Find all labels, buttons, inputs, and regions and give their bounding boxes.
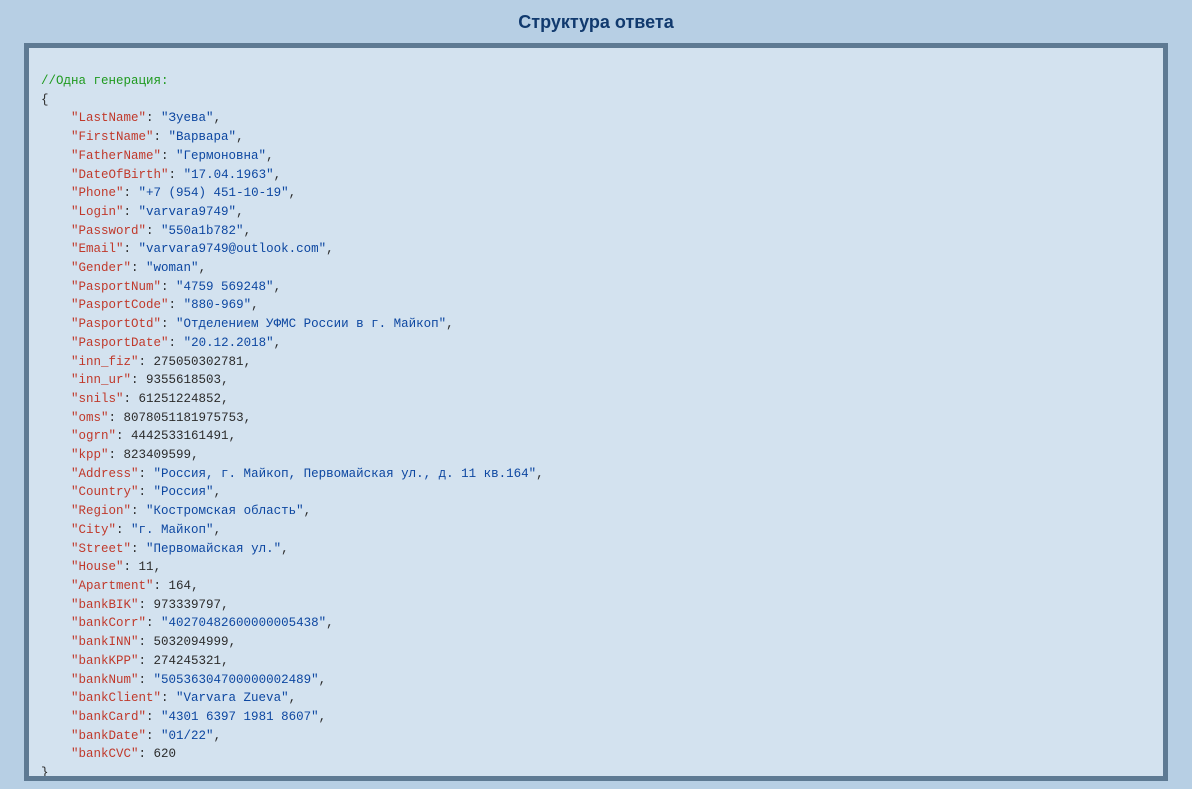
code-frame: //Одна генерация: { "LastName": "Зуева",… [24, 43, 1168, 781]
code-inner: //Одна генерация: { "LastName": "Зуева",… [29, 48, 1163, 781]
json-sample: //Одна генерация: { "LastName": "Зуева",… [41, 72, 1151, 781]
section-title: Структура ответа [0, 0, 1192, 43]
